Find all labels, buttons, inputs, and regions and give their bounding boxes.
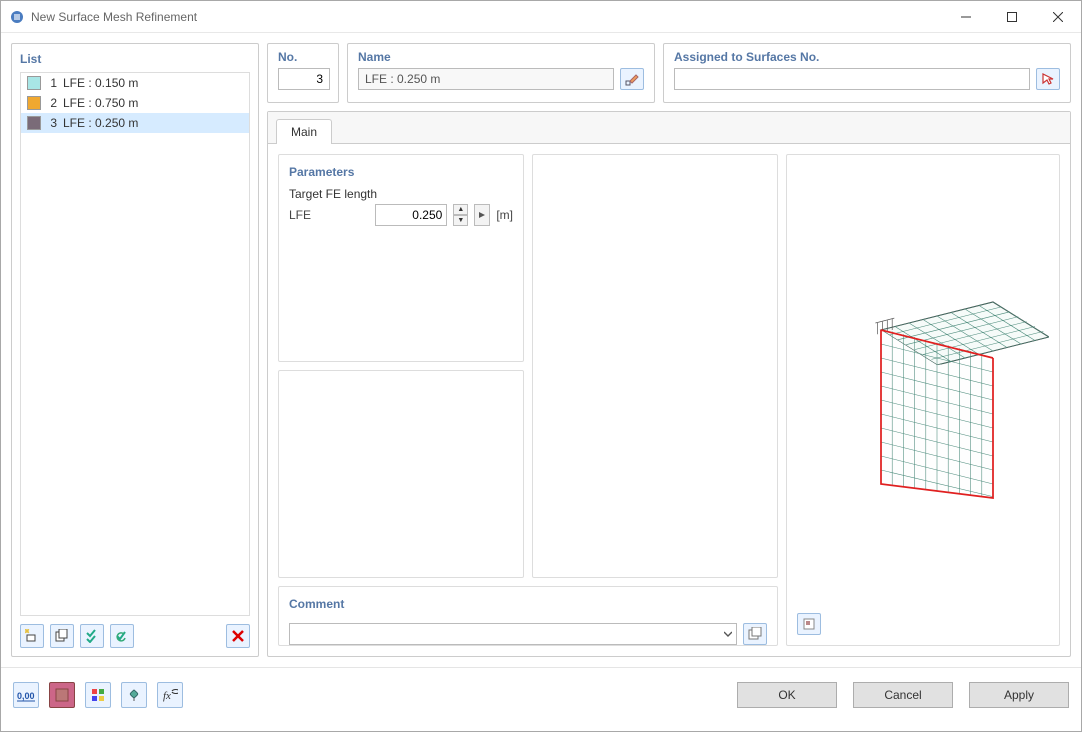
blank-panel-1 — [532, 154, 778, 578]
number-group: No. — [267, 43, 339, 103]
list-panel: List 1 LFE : 0.150 m 2 LFE : 0.750 m 3 L… — [11, 43, 259, 657]
refinement-list[interactable]: 1 LFE : 0.150 m 2 LFE : 0.750 m 3 LFE : … — [20, 72, 250, 616]
assigned-label: Assigned to Surfaces No. — [674, 50, 1060, 64]
check-button[interactable] — [80, 624, 104, 648]
maximize-button[interactable] — [989, 1, 1035, 33]
preview-panel — [786, 154, 1060, 646]
comment-title: Comment — [289, 597, 767, 611]
comment-library-button[interactable] — [743, 623, 767, 645]
blank-panel-2 — [278, 370, 524, 578]
name-group: Name — [347, 43, 655, 103]
parameters-panel: Parameters Target FE length LFE ▲▼ [m] — [278, 154, 524, 362]
list-item-number: 1 — [47, 76, 57, 90]
tab-main[interactable]: Main — [276, 119, 332, 144]
list-item-label: LFE : 0.150 m — [63, 76, 138, 90]
assigned-input[interactable] — [674, 68, 1030, 90]
name-label: Name — [358, 50, 644, 64]
copy-button[interactable] — [50, 624, 74, 648]
number-label: No. — [278, 50, 328, 64]
apply-button[interactable]: Apply — [969, 682, 1069, 708]
list-item-label: LFE : 0.250 m — [63, 116, 138, 130]
lfe-unit: [m] — [496, 208, 513, 222]
svg-text:0,00: 0,00 — [17, 691, 35, 701]
pick-surfaces-button[interactable] — [1036, 68, 1060, 90]
number-input[interactable] — [278, 68, 330, 90]
list-item-number: 3 — [47, 116, 57, 130]
list-item-label: LFE : 0.750 m — [63, 96, 138, 110]
lfe-stepper[interactable]: ▲▼ — [453, 204, 468, 226]
new-button[interactable] — [20, 624, 44, 648]
edit-name-button[interactable] — [620, 68, 644, 90]
window-title: New Surface Mesh Refinement — [31, 10, 943, 24]
refresh-check-button[interactable] — [110, 624, 134, 648]
app-icon — [9, 9, 25, 25]
formula-button[interactable]: fx — [157, 682, 183, 708]
titlebar: New Surface Mesh Refinement — [1, 1, 1081, 33]
color-swatch — [27, 116, 41, 130]
tab-bar: Main — [268, 112, 1070, 144]
lfe-menu-button[interactable] — [474, 204, 490, 226]
list-title: List — [20, 52, 250, 66]
list-item[interactable]: 1 LFE : 0.150 m — [21, 73, 249, 93]
svg-text:fx: fx — [163, 690, 171, 702]
assigned-group: Assigned to Surfaces No. — [663, 43, 1071, 103]
parameters-title: Parameters — [289, 165, 513, 179]
units-button[interactable]: 0,00 — [13, 682, 39, 708]
color-swatch — [27, 76, 41, 90]
color-settings-button[interactable] — [85, 682, 111, 708]
comment-combobox[interactable] — [289, 623, 737, 645]
step-up-icon[interactable]: ▲ — [453, 204, 468, 215]
lfe-input[interactable] — [375, 204, 447, 226]
step-down-icon[interactable]: ▼ — [453, 215, 468, 226]
cancel-button[interactable]: Cancel — [853, 682, 953, 708]
minimize-button[interactable] — [943, 1, 989, 33]
list-item[interactable]: 3 LFE : 0.250 m — [21, 113, 249, 133]
delete-button[interactable] — [226, 624, 250, 648]
main-container: Main Parameters Target FE length LFE ▲▼ … — [267, 111, 1071, 657]
target-fe-length-label: Target FE length — [289, 187, 513, 201]
list-item[interactable]: 2 LFE : 0.750 m — [21, 93, 249, 113]
name-input[interactable] — [358, 68, 614, 90]
preview-options-button[interactable] — [797, 613, 821, 635]
close-button[interactable] — [1035, 1, 1081, 33]
list-item-number: 2 — [47, 96, 57, 110]
color-swatch — [27, 96, 41, 110]
ok-button[interactable]: OK — [737, 682, 837, 708]
material-button[interactable] — [49, 682, 75, 708]
list-toolbar — [20, 624, 250, 648]
window-controls — [943, 1, 1081, 33]
lfe-label: LFE — [289, 208, 311, 222]
chevron-down-icon — [724, 630, 732, 638]
mesh-preview-icon — [797, 165, 1049, 635]
display-button[interactable] — [121, 682, 147, 708]
dialog-footer: 0,00 fx OK Cancel Apply — [1, 667, 1081, 721]
comment-panel: Comment — [278, 586, 778, 646]
